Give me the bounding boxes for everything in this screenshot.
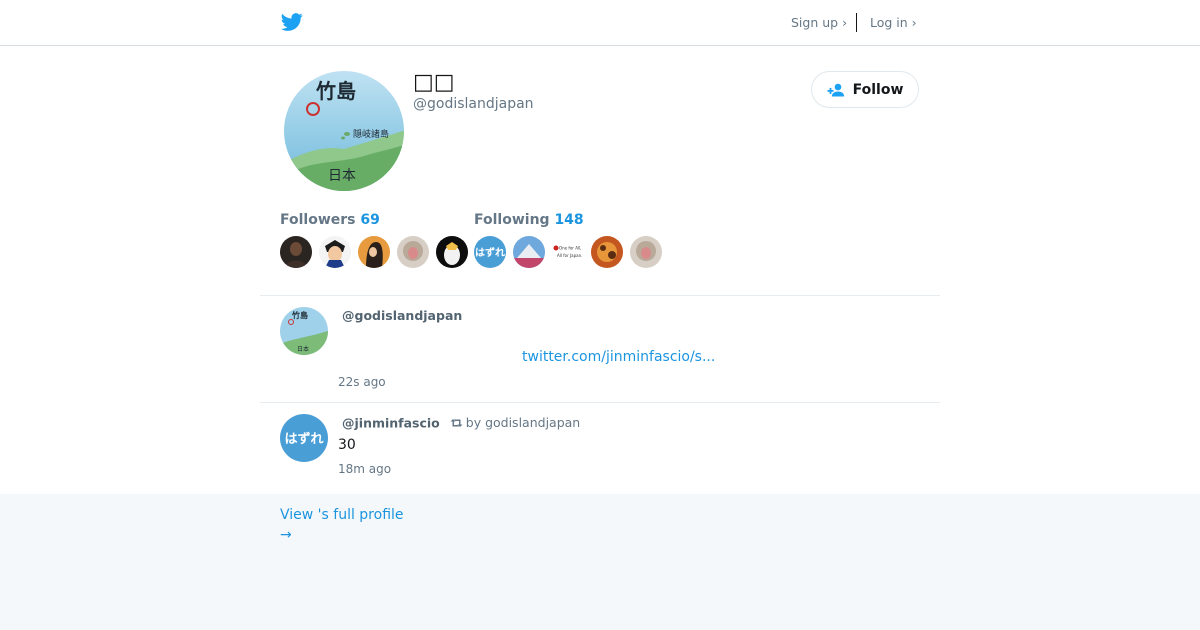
following-avatar[interactable] — [591, 236, 623, 268]
tweet-text: 30 — [338, 437, 356, 453]
hazure-badge-text: はずれ — [475, 246, 505, 259]
tweet-timestamp[interactable]: 18m ago — [338, 462, 391, 476]
top-bar: Sign up › Log in › — [0, 0, 1200, 46]
follow-button[interactable]: Follow — [811, 71, 919, 108]
tweet-user-handle[interactable]: @godislandjapan — [342, 308, 462, 323]
retweet-indicator: by godislandjapan — [450, 415, 580, 430]
thumb-title-text: 竹島 — [291, 310, 308, 320]
following-avatar[interactable] — [513, 236, 545, 268]
follower-avatar[interactable] — [319, 236, 351, 268]
followers-count: 69 — [360, 212, 380, 228]
follower-avatar[interactable] — [397, 236, 429, 268]
tweet-username[interactable]: @godislandjapan — [342, 308, 462, 323]
following-avatar[interactable] — [630, 236, 662, 268]
add-user-icon — [827, 83, 844, 96]
mini-badge-line2: All for Japan. — [557, 253, 582, 258]
twitter-bird-icon[interactable] — [280, 11, 304, 33]
thumb-country-text: 日本 — [297, 345, 309, 353]
tweet-timestamp[interactable]: 22s ago — [338, 375, 386, 389]
followers-stat[interactable]: Followers 69 — [280, 212, 380, 228]
section-divider — [260, 295, 940, 296]
follower-avatar[interactable] — [358, 236, 390, 268]
sign-up-link[interactable]: Sign up › — [791, 15, 847, 30]
following-count: 148 — [554, 212, 584, 228]
tweet-link[interactable]: twitter.com/jinminfascio/s... — [522, 349, 715, 365]
profile-avatar[interactable]: 竹島 隠岐諸島 日本 — [284, 71, 404, 191]
avatar-title-text: 竹島 — [315, 79, 356, 103]
nav-divider — [856, 13, 857, 32]
following-avatar[interactable]: はずれ — [474, 236, 506, 268]
map-avatar-image: 竹島 隠岐諸島 日本 — [284, 71, 404, 191]
view-full-profile-link[interactable]: View 's full profile → — [280, 505, 420, 545]
profile-content: 竹島 隠岐諸島 日本 □□ @godislandjapan Follow Fol… — [260, 46, 940, 494]
map-avatar-thumb: 竹島 日本 — [280, 307, 328, 355]
tweet-avatar[interactable]: はずれ — [280, 414, 328, 462]
retweet-by-text[interactable]: by godislandjapan — [466, 415, 580, 430]
avatar-country-text: 日本 — [328, 168, 356, 184]
followers-label: Followers — [280, 212, 356, 228]
following-avatars: はずれ One for All, All for Japan. — [474, 236, 662, 268]
arrow-right-icon: → — [280, 527, 292, 543]
full-profile-label: View 's full profile — [280, 507, 404, 523]
follow-button-label: Follow — [852, 81, 904, 98]
follower-avatars — [280, 236, 468, 268]
following-label: Following — [474, 212, 550, 228]
profile-handle: @godislandjapan — [413, 96, 534, 112]
tweet-user-handle[interactable]: @jinminfascio — [342, 416, 440, 431]
log-in-link[interactable]: Log in › — [870, 15, 917, 30]
follower-avatar[interactable] — [280, 236, 312, 268]
hazure-thumb-text: はずれ — [284, 431, 323, 447]
profile-panel: 竹島 隠岐諸島 日本 □□ @godislandjapan Follow Fol… — [0, 46, 1200, 494]
mini-badge-line1: One for All, — [559, 246, 581, 251]
tweet-divider — [260, 402, 940, 403]
tweet-username: @jinminfascio by godislandjapan — [342, 415, 580, 431]
avatar-islands-text: 隠岐諸島 — [353, 128, 389, 140]
following-avatar[interactable]: One for All, All for Japan. — [552, 236, 584, 268]
follower-avatar[interactable] — [436, 236, 468, 268]
following-stat[interactable]: Following 148 — [474, 212, 584, 228]
retweet-icon — [450, 418, 463, 427]
hazure-avatar-thumb: はずれ — [280, 414, 328, 462]
tweet-avatar[interactable]: 竹島 日本 — [280, 307, 328, 355]
display-name: □□ — [413, 70, 455, 95]
